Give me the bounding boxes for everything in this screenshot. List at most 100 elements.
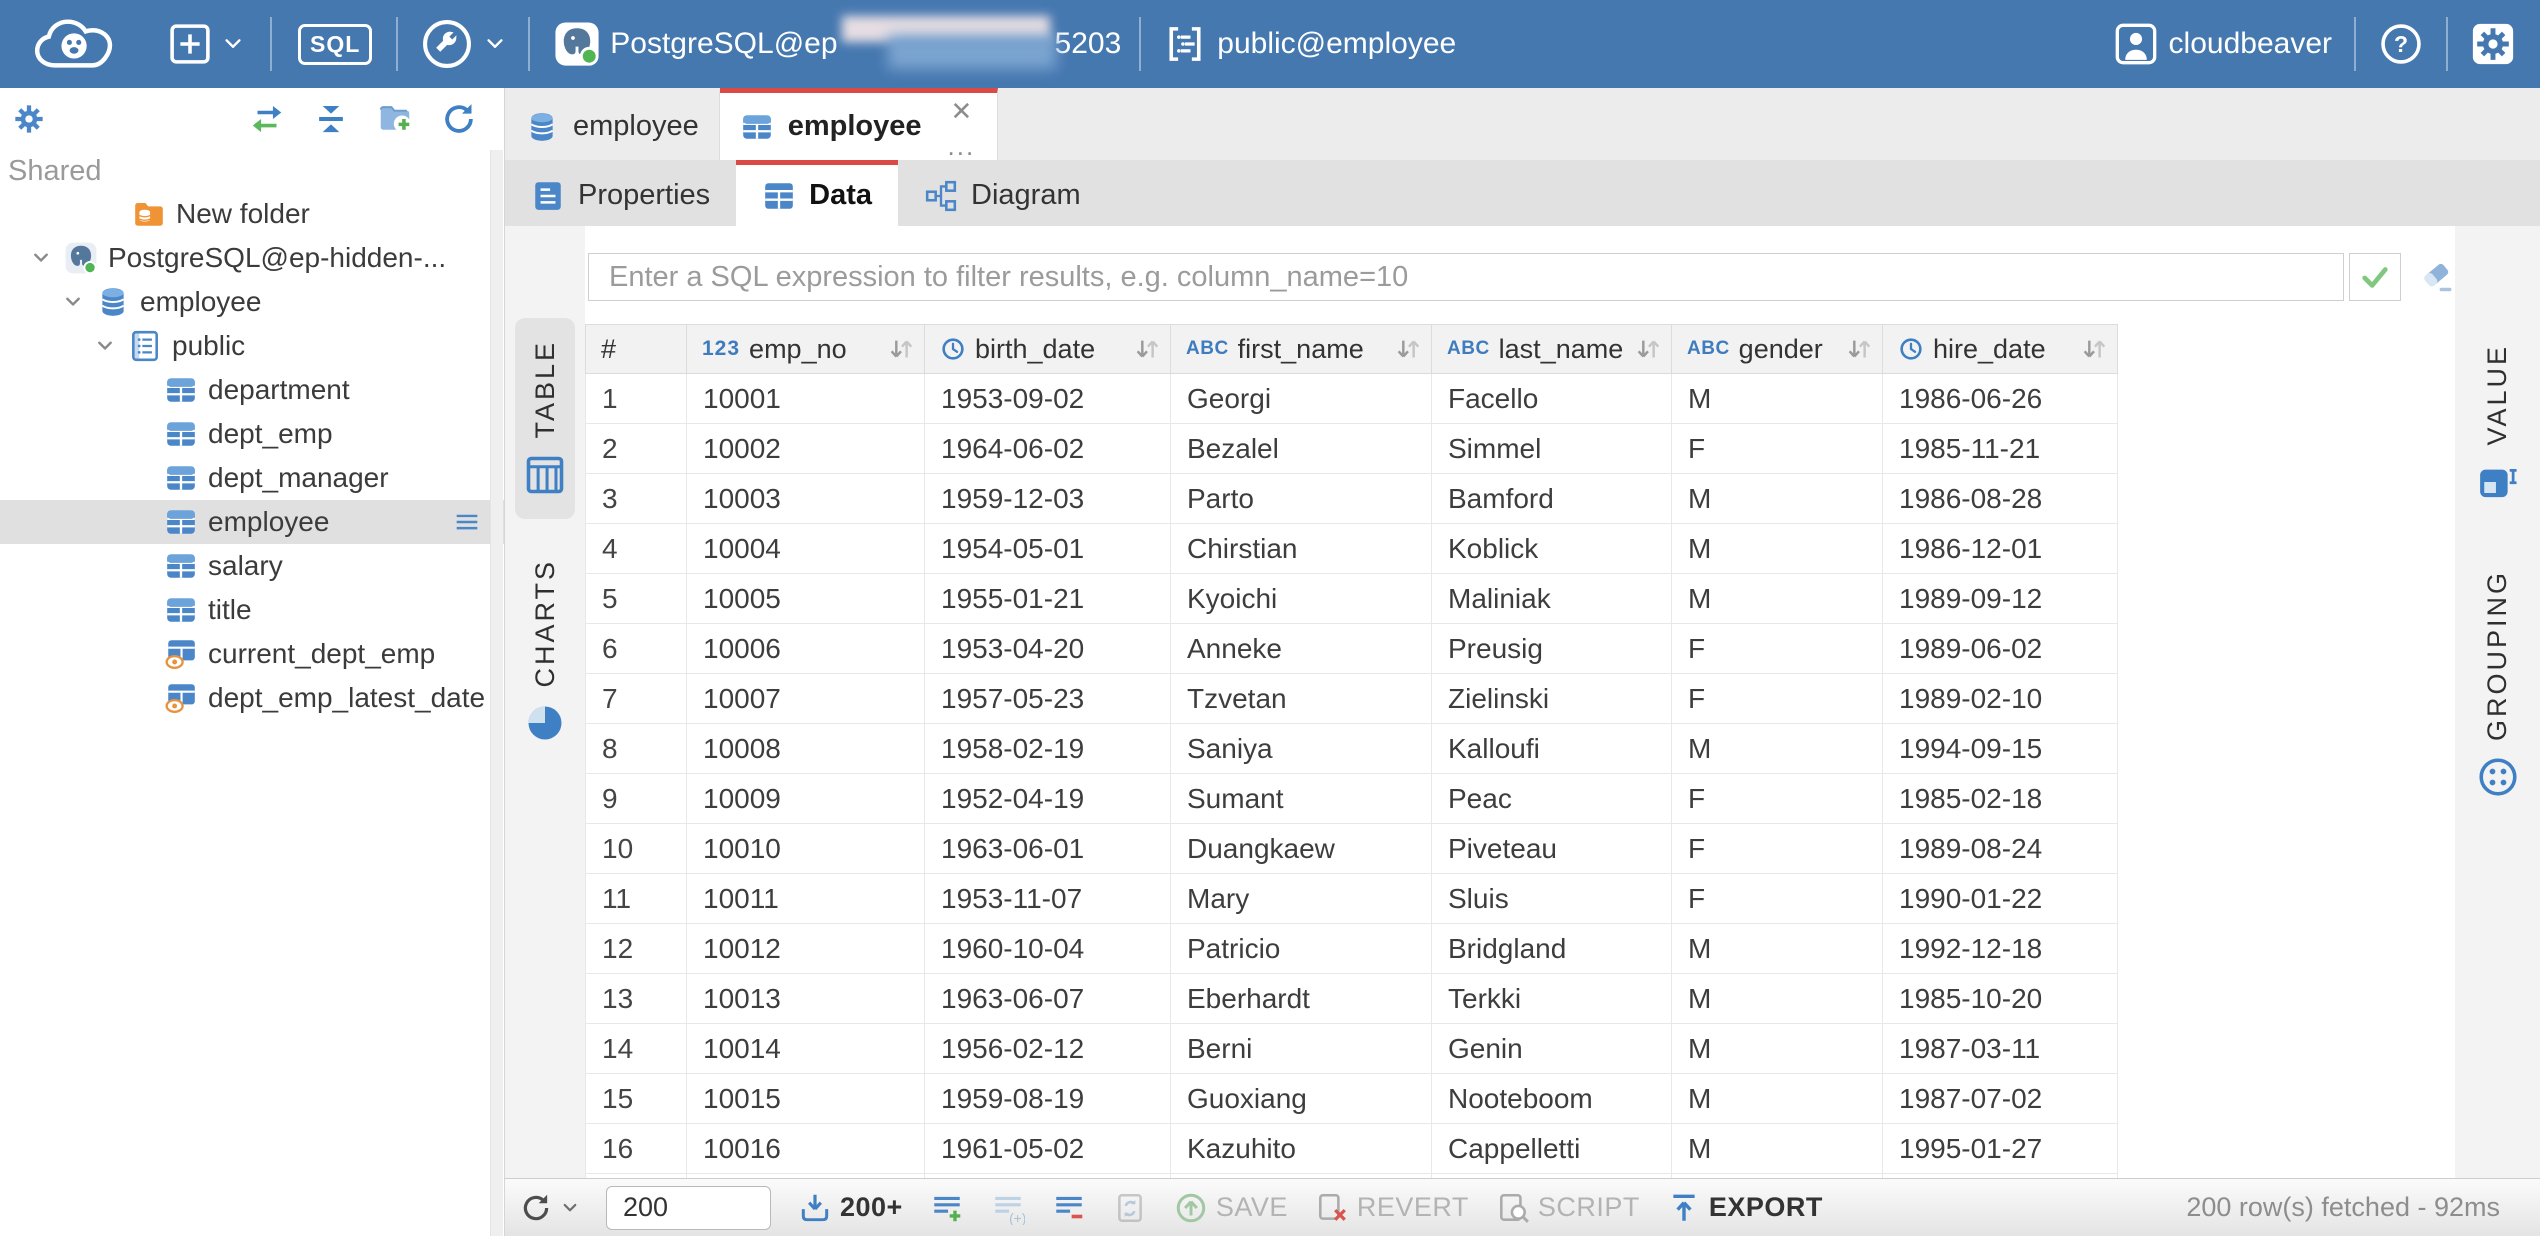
grid-cell[interactable]: Patricio bbox=[1171, 924, 1432, 974]
grid-cell[interactable]: 1985-11-21 bbox=[1883, 424, 2118, 474]
editor-tab-employee[interactable]: employee bbox=[505, 88, 720, 160]
tree-item-dept_emp_latest_date[interactable]: dept_emp_latest_date bbox=[0, 676, 504, 720]
row-number-cell[interactable]: 9 bbox=[585, 774, 687, 824]
grid-cell[interactable]: 10005 bbox=[687, 574, 925, 624]
grid-cell[interactable]: M bbox=[1672, 474, 1883, 524]
auto-refresh-button[interactable] bbox=[1113, 1191, 1147, 1225]
fetch-more-button[interactable]: 200+ bbox=[798, 1191, 903, 1225]
grid-cell[interactable]: M bbox=[1672, 524, 1883, 574]
grid-cell[interactable]: M bbox=[1672, 574, 1883, 624]
tree-item-PostgreSQL@ep-hidden-...[interactable]: PostgreSQL@ep-hidden-... bbox=[0, 236, 504, 280]
grid-cell[interactable]: Georgi bbox=[1171, 374, 1432, 424]
grid-cell[interactable]: M bbox=[1672, 724, 1883, 774]
grid-cell[interactable]: 10010 bbox=[687, 824, 925, 874]
grid-cell[interactable]: 1987-03-11 bbox=[1883, 1024, 2118, 1074]
refresh-button[interactable] bbox=[519, 1191, 579, 1225]
open-sql-editor-button[interactable]: SQL bbox=[298, 24, 372, 65]
row-number-cell[interactable]: 7 bbox=[585, 674, 687, 724]
grid-cell[interactable]: 1953-04-20 bbox=[925, 624, 1171, 674]
grid-cell[interactable]: 1989-09-12 bbox=[1883, 574, 2118, 624]
grid-cell[interactable]: 1992-12-18 bbox=[1883, 924, 2118, 974]
grid-cell[interactable]: M bbox=[1672, 1074, 1883, 1124]
grid-cell[interactable]: 1959-08-19 bbox=[925, 1074, 1171, 1124]
grid-cell[interactable]: M bbox=[1672, 974, 1883, 1024]
grid-cell[interactable]: Parto bbox=[1171, 474, 1432, 524]
schema-selector[interactable]: public@employee bbox=[1163, 22, 1456, 66]
grid-cell[interactable]: Preusig bbox=[1432, 624, 1672, 674]
delete-row-button[interactable] bbox=[1052, 1191, 1086, 1225]
more-icon[interactable]: ... bbox=[948, 138, 976, 154]
tab-data[interactable]: Data bbox=[736, 160, 898, 226]
row-number-cell[interactable]: 2 bbox=[585, 424, 687, 474]
grid-cell[interactable]: Bridgland bbox=[1432, 924, 1672, 974]
grid-cell[interactable]: 1959-12-03 bbox=[925, 474, 1171, 524]
grid-cell[interactable]: 10001 bbox=[687, 374, 925, 424]
grid-cell[interactable]: 10004 bbox=[687, 524, 925, 574]
column-header-hire_date[interactable]: hire_date bbox=[1883, 324, 2118, 374]
grid-cell[interactable]: Eberhardt bbox=[1171, 974, 1432, 1024]
user-menu[interactable]: cloudbeaver bbox=[2113, 21, 2332, 67]
grid-cell[interactable]: Chirstian bbox=[1171, 524, 1432, 574]
panel-tab-grouping[interactable]: GROUPING bbox=[2468, 548, 2528, 821]
grid-cell[interactable]: 1989-06-02 bbox=[1883, 624, 2118, 674]
grid-cell[interactable]: M bbox=[1672, 924, 1883, 974]
row-number-cell[interactable]: 10 bbox=[585, 824, 687, 874]
grid-cell[interactable]: Cappelletti bbox=[1432, 1124, 1672, 1174]
tree-item-employee[interactable]: employee bbox=[0, 280, 504, 324]
new-folder-icon[interactable] bbox=[376, 100, 414, 138]
grid-cell[interactable]: 1957-05-23 bbox=[925, 674, 1171, 724]
grid-cell[interactable]: 1994-09-15 bbox=[1883, 724, 2118, 774]
add-row-button[interactable] bbox=[930, 1191, 964, 1225]
connection-selector[interactable]: PostgreSQL@ep 5203 bbox=[554, 16, 1121, 72]
settings-button[interactable] bbox=[2470, 21, 2516, 67]
sql-filter-input[interactable] bbox=[588, 253, 2344, 301]
row-limit-input[interactable] bbox=[606, 1186, 771, 1230]
tree-item-public[interactable]: public bbox=[0, 324, 504, 368]
grid-cell[interactable]: F bbox=[1672, 824, 1883, 874]
editor-tab-employee[interactable]: employee✕... bbox=[720, 88, 998, 160]
clear-filter-button[interactable] bbox=[2417, 258, 2455, 296]
grid-cell[interactable]: 1958-02-19 bbox=[925, 724, 1171, 774]
close-icon[interactable]: ✕ bbox=[950, 98, 972, 124]
grid-cell[interactable]: 1986-12-01 bbox=[1883, 524, 2118, 574]
grid-cell[interactable]: Duangkaew bbox=[1171, 824, 1432, 874]
script-button[interactable]: SCRIPT bbox=[1496, 1191, 1640, 1225]
grid-cell[interactable]: Sluis bbox=[1432, 874, 1672, 924]
grid-cell[interactable]: Simmel bbox=[1432, 424, 1672, 474]
grid-cell[interactable]: 1954-05-01 bbox=[925, 524, 1171, 574]
grid-cell[interactable]: 1961-05-02 bbox=[925, 1124, 1171, 1174]
grid-cell[interactable]: F bbox=[1672, 874, 1883, 924]
grid-cell[interactable]: 1956-02-12 bbox=[925, 1024, 1171, 1074]
grid-cell[interactable]: 1952-04-19 bbox=[925, 774, 1171, 824]
grid-cell[interactable]: Koblick bbox=[1432, 524, 1672, 574]
duplicate-row-button[interactable]: (+) bbox=[991, 1191, 1025, 1225]
column-header-birth_date[interactable]: birth_date bbox=[925, 324, 1171, 374]
grid-cell[interactable]: 1989-02-10 bbox=[1883, 674, 2118, 724]
grid-cell[interactable]: Kyoichi bbox=[1171, 574, 1432, 624]
grid-cell[interactable]: 1986-08-28 bbox=[1883, 474, 2118, 524]
row-number-cell[interactable]: 5 bbox=[585, 574, 687, 624]
grid-cell[interactable]: M bbox=[1672, 1124, 1883, 1174]
grid-cell[interactable]: 1955-01-21 bbox=[925, 574, 1171, 624]
grid-cell[interactable]: 10015 bbox=[687, 1074, 925, 1124]
driver-tools-button[interactable] bbox=[420, 17, 506, 71]
grid-cell[interactable]: Berni bbox=[1171, 1024, 1432, 1074]
revert-button[interactable]: REVERT bbox=[1315, 1191, 1469, 1225]
grid-cell[interactable]: Zielinski bbox=[1432, 674, 1672, 724]
grid-cell[interactable]: 1990-01-22 bbox=[1883, 874, 2118, 924]
grid-cell[interactable]: 1963-06-01 bbox=[925, 824, 1171, 874]
grid-corner-header[interactable]: # bbox=[585, 324, 687, 374]
row-number-cell[interactable]: 13 bbox=[585, 974, 687, 1024]
grid-cell[interactable]: 1960-10-04 bbox=[925, 924, 1171, 974]
export-button[interactable]: EXPORT bbox=[1667, 1191, 1823, 1225]
row-number-cell[interactable]: 4 bbox=[585, 524, 687, 574]
column-header-last_name[interactable]: ABClast_name bbox=[1432, 324, 1672, 374]
grid-cell[interactable]: 10012 bbox=[687, 924, 925, 974]
refresh-tree-icon[interactable] bbox=[440, 100, 478, 138]
grid-cell[interactable]: 10009 bbox=[687, 774, 925, 824]
panel-tab-value[interactable]: VALUE bbox=[2468, 322, 2528, 526]
grid-cell[interactable]: Nooteboom bbox=[1432, 1074, 1672, 1124]
grid-cell[interactable]: 1985-10-20 bbox=[1883, 974, 2118, 1024]
grid-cell[interactable]: 1987-07-02 bbox=[1883, 1074, 2118, 1124]
grid-cell[interactable]: 10016 bbox=[687, 1124, 925, 1174]
